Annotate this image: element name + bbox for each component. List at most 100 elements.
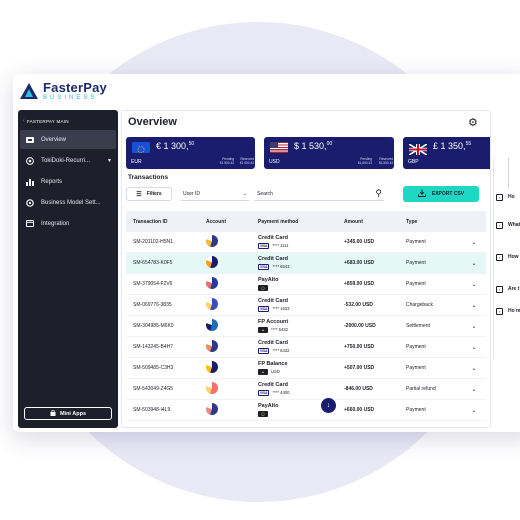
faq-item[interactable]: › Ho m [496, 308, 520, 315]
faq-item[interactable]: › Are t [496, 286, 519, 293]
bar-chart-icon [26, 178, 34, 186]
account-avatar[interactable] [206, 403, 218, 415]
payment-method-mask: **** 6432 [272, 348, 290, 354]
column-header[interactable]: Type [406, 219, 464, 225]
balance-card-usd[interactable]: $ 1 530,00 USD Pending $1,600.43 Reserved… [264, 137, 394, 169]
table-row[interactable]: SM-201102-H5N1 Credit Card VISA **** 1111 +3… [126, 232, 486, 253]
column-header[interactable]: Amount [344, 219, 406, 225]
shopping-bag-icon [50, 409, 56, 418]
account-avatar[interactable] [206, 277, 218, 289]
table-row[interactable]: SM-509485-C3H3 FP Balance ▲ USD +507.00 USD P… [126, 358, 486, 379]
transaction-id: SM-143245-B4H7 [133, 344, 174, 350]
visa-icon: VISA [258, 242, 270, 249]
account-avatar[interactable] [206, 298, 218, 310]
expand-row-chevron-icon[interactable]: ⌄ [464, 260, 484, 267]
balance-card-eur[interactable]: € 1 300,50 EUR Pending €1 500.43 Reserved… [126, 137, 255, 169]
search-field[interactable]: ⚲ [254, 187, 384, 201]
account-avatar[interactable] [206, 382, 218, 394]
expand-row-chevron-icon[interactable]: ⌄ [464, 323, 484, 330]
scroll-down-button[interactable]: ↓ [321, 398, 336, 413]
faq-item[interactable]: › How i calcul [496, 254, 520, 261]
fasterpay-logo-icon [20, 83, 38, 99]
column-header[interactable]: Transaction ID [126, 219, 198, 225]
search-icon[interactable]: ⚲ [375, 188, 382, 199]
sidebar-item-business-model[interactable]: Business Model Sett... [20, 193, 116, 212]
expand-row-chevron-icon[interactable]: ⌄ [464, 407, 484, 414]
transaction-id: SM-379054-F2V6 [133, 281, 173, 287]
faq-item-label: Are t [508, 286, 520, 292]
stage: FasterPay BUSINESS ‹ FASTERPAY MAIN Over… [0, 0, 520, 520]
table-row[interactable]: SM-069776-3835 Credit Card VISA **** 1633 -5… [126, 295, 486, 316]
payment-method-detail: VISA **** 6432 [258, 347, 344, 354]
account-avatar[interactable] [206, 361, 218, 373]
account-avatar[interactable] [206, 319, 218, 331]
account-avatar-cell [198, 298, 256, 312]
dropdown-caret-icon: ▼ [107, 157, 112, 164]
transaction-id: SM-654783-K0F5 [133, 260, 173, 266]
account-avatar-cell [198, 277, 256, 291]
table-row[interactable]: SM-543049-Z4G5 Credit Card VISA **** 4400 -8… [126, 379, 486, 400]
main-panel: Overview ⚙ € 1 300,50 EUR Pending €1 500.… [121, 110, 491, 428]
amount: +859.00 USD [344, 281, 375, 287]
expand-row-chevron-icon[interactable]: ⌄ [464, 365, 484, 372]
account-avatar-cell [198, 235, 256, 249]
transaction-id: SM-069776-3835 [133, 302, 172, 308]
payment-method-detail: VISA **** 1111 [258, 242, 344, 249]
payment-method-name: FP Balance [258, 361, 288, 368]
faq-item-label: How i calcul [508, 254, 520, 260]
expand-row-chevron-icon[interactable]: ⌄ [464, 239, 484, 246]
export-csv-button[interactable]: EXPORT CSV [403, 186, 479, 202]
faq-item[interactable]: › What [496, 222, 520, 229]
payment-method: Credit Card VISA **** 6432 [256, 340, 344, 354]
sidebar-back-link[interactable]: ‹ FASTERPAY MAIN [18, 116, 118, 130]
payment-method: Credit Card VISA **** 4400 [256, 382, 344, 396]
payment-method-name: Credit Card [258, 340, 288, 347]
column-header[interactable]: Account [198, 219, 256, 225]
payment-method-mask: USD [271, 369, 280, 375]
mini-apps-button[interactable]: Mini Apps [24, 407, 112, 420]
user-id-select[interactable]: User ID ⌄ [181, 187, 249, 201]
transaction-id: SM-304985-M6K0 [133, 323, 174, 329]
table-row[interactable]: SM-654783-K0F5 Credit Card VISA **** 6543 +6… [126, 253, 486, 274]
account-avatar-cell [198, 256, 256, 270]
payment-method-name: Credit Card [258, 298, 288, 305]
sidebar-item-overview[interactable]: Overview [20, 130, 116, 149]
payment-method-detail: ◯ [258, 284, 344, 291]
table-row[interactable]: SM-143245-B4H7 Credit Card VISA **** 6432 +7… [126, 337, 486, 358]
account-avatar[interactable] [206, 256, 218, 268]
faq-item[interactable]: › Ho [496, 194, 515, 201]
payment-method-name: Credit Card [258, 235, 288, 242]
search-input[interactable] [257, 190, 357, 197]
account-avatar[interactable] [206, 235, 218, 247]
table-header: Transaction ID Account Payment method Am… [126, 211, 486, 232]
transaction-type: Payment [406, 344, 426, 350]
amount: -532.00 USD [344, 302, 373, 308]
expand-row-chevron-icon[interactable]: ⌄ [464, 302, 484, 309]
expand-row-chevron-icon[interactable]: ⌄ [464, 281, 484, 288]
chevron-right-icon: › [496, 286, 503, 293]
payalto-icon: ◯ [258, 410, 268, 417]
expand-row-chevron-icon[interactable]: ⌄ [464, 386, 484, 393]
sidebar-item-reports[interactable]: Reports [20, 172, 116, 191]
chevron-right-icon: › [496, 308, 503, 315]
brand-logo[interactable]: FasterPay BUSINESS [13, 74, 133, 108]
column-header[interactable]: Payment method [256, 219, 344, 225]
gear-icon[interactable]: ⚙ [468, 116, 478, 129]
page-title: Overview [128, 116, 177, 128]
expand-row-chevron-icon[interactable]: ⌄ [464, 344, 484, 351]
sidebar-item-project[interactable]: TokiDoki-Recurri... ▼ [20, 151, 116, 170]
payment-method-name: Credit Card [258, 382, 288, 389]
table-row[interactable]: SM-304985-M6K0 FP Account ▲ **** 5432 -2000.… [126, 316, 486, 337]
table-row[interactable]: SM-503948-I4L9 PayAlto ◯ +660.00 USD Payment… [126, 400, 486, 421]
account-avatar[interactable] [206, 340, 218, 352]
globe-icon [26, 156, 34, 165]
table-row[interactable]: SM-379054-F2V6 PayAlto ◯ +859.00 USD Payment… [126, 274, 486, 295]
payment-method-mask: **** 1633 [272, 306, 290, 312]
filters-button[interactable]: ☰ Filters [126, 187, 172, 201]
balance-card-gbp[interactable]: £ 1 350,55 GBP [403, 137, 490, 169]
payment-method-detail: VISA **** 1633 [258, 305, 344, 312]
sidebar-item-label: Integration [41, 220, 70, 227]
transaction-type: Payment [406, 260, 426, 266]
sidebar-item-integration[interactable]: Integration [20, 214, 116, 233]
payment-method-mask: **** 4400 [272, 390, 290, 396]
